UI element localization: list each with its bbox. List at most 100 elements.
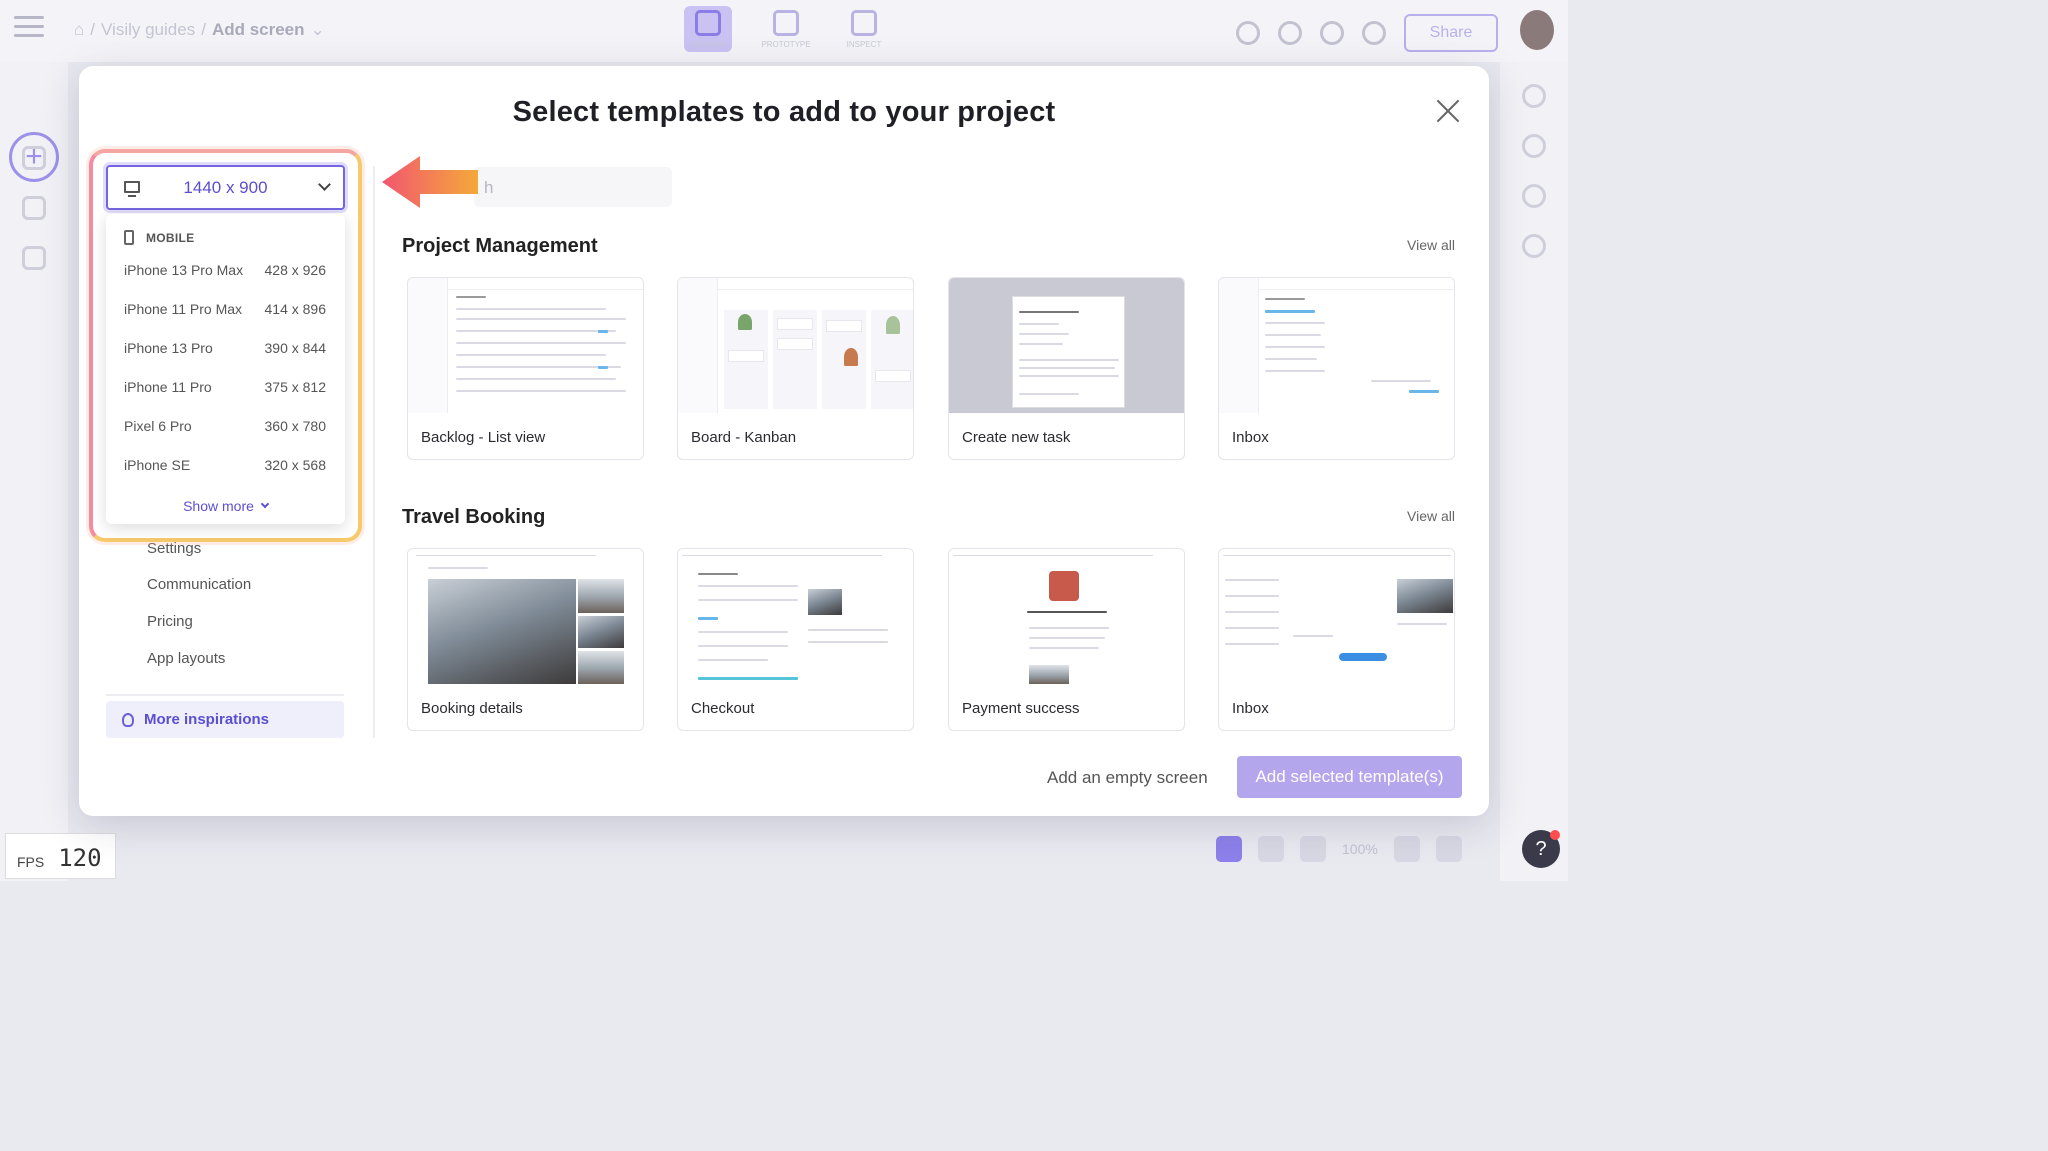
template-card-booking-details[interactable]: Booking details (407, 548, 644, 731)
category-settings[interactable]: Settings (147, 540, 201, 557)
device-size: 320 x 568 (264, 457, 327, 473)
search-input[interactable]: h (474, 167, 672, 207)
share-button[interactable]: Share (1404, 14, 1498, 52)
device-name: iPhone 13 Pro Max (124, 262, 244, 278)
modal-title: Select templates to add to your project (512, 96, 1056, 128)
device-size: 390 x 844 (264, 340, 327, 356)
sliders-icon[interactable] (1522, 84, 1546, 108)
close-icon[interactable] (1435, 98, 1461, 124)
template-card-checkout[interactable]: Checkout (677, 548, 914, 731)
template-label: Backlog - List view (421, 429, 546, 446)
device-size: 375 x 812 (264, 379, 327, 395)
template-label: Inbox (1232, 700, 1269, 717)
template-card-inbox-travel[interactable]: Inbox (1218, 548, 1455, 731)
category-app-layouts[interactable]: App layouts (147, 650, 225, 667)
menu-icon[interactable] (14, 16, 44, 42)
template-label: Payment success (962, 700, 1080, 717)
notification-dot (1550, 830, 1560, 840)
play-icon[interactable] (1362, 21, 1386, 45)
target-icon[interactable] (1522, 184, 1546, 208)
template-label: Checkout (691, 700, 755, 717)
mode-design[interactable]: DESIGN (684, 6, 732, 52)
layers-icon[interactable] (1522, 134, 1546, 158)
book-icon[interactable] (22, 246, 46, 270)
canvas-tools: 100% (1216, 836, 1462, 862)
category-pricing[interactable]: Pricing (147, 613, 193, 630)
more-inspirations-label: More inspirations (144, 711, 270, 728)
hand-tool-icon[interactable] (1258, 836, 1284, 862)
template-thumbnail (678, 549, 913, 684)
phone-icon (124, 230, 134, 245)
home-icon[interactable]: ⌂ (74, 20, 84, 40)
template-card-create-task[interactable]: Create new task (948, 277, 1185, 460)
template-thumbnail (1219, 549, 1454, 684)
section-title-project-management: Project Management (402, 235, 598, 257)
download-icon[interactable] (1320, 21, 1344, 45)
palette-icon[interactable] (1522, 234, 1546, 258)
components-icon[interactable] (22, 146, 46, 170)
menu-item-iphone-11-pro[interactable]: iPhone 11 Pro 375 x 812 (106, 370, 345, 404)
template-card-inbox-pm[interactable]: Inbox (1218, 277, 1455, 460)
search-icon[interactable] (1236, 21, 1260, 45)
template-thumbnail (678, 278, 913, 413)
menu-item-iphone-13-pro-max[interactable]: iPhone 13 Pro Max 428 x 926 (106, 253, 345, 287)
breadcrumb-project[interactable]: Visily guides (101, 20, 195, 40)
template-thumbnail (408, 549, 643, 684)
show-more-button[interactable]: Show more (106, 498, 345, 514)
template-label: Booking details (421, 700, 523, 717)
template-label: Board - Kanban (691, 429, 797, 446)
menu-item-iphone-13-pro[interactable]: iPhone 13 Pro 390 x 844 (106, 331, 345, 365)
device-name: iPhone 11 Pro (124, 379, 212, 395)
zoom-level[interactable]: 100% (1342, 841, 1378, 857)
view-all-travel-booking[interactable]: View all (1407, 508, 1455, 524)
pointer-tool-icon[interactable] (1216, 836, 1242, 862)
template-label: Inbox (1232, 429, 1269, 446)
category-communication[interactable]: Communication (147, 576, 251, 593)
right-toolbar (1500, 62, 1568, 881)
add-selected-templates-button[interactable]: Add selected template(s) (1237, 756, 1462, 798)
menu-group-label: MOBILE (146, 230, 195, 245)
toolbar-actions: Share (1236, 14, 1498, 52)
chevron-down-icon (260, 499, 270, 509)
app-toolbar: ⌂ / Visily guides / Add screen ⌄ DESIGN … (0, 0, 1568, 62)
mode-switcher: DESIGN PROTOTYPE INSPECT (684, 6, 888, 52)
screen-size-value: 1440 x 900 (183, 177, 268, 197)
template-thumbnail (1219, 278, 1454, 413)
add-empty-screen-button[interactable]: Add an empty screen (1047, 768, 1208, 788)
template-label: Create new task (962, 429, 1071, 446)
device-name: iPhone 11 Pro Max (124, 301, 243, 317)
device-size: 414 x 896 (264, 301, 327, 317)
device-size: 428 x 926 (264, 262, 327, 278)
section-title-travel-booking: Travel Booking (402, 506, 546, 528)
template-card-payment-success[interactable]: Payment success (948, 548, 1185, 731)
chevron-down-icon[interactable]: ⌄ (311, 20, 325, 40)
undo-icon[interactable] (1435, 836, 1462, 862)
breadcrumb-current[interactable]: Add screen (212, 20, 305, 40)
menu-item-iphone-11-pro-max[interactable]: iPhone 11 Pro Max 414 x 896 (106, 292, 345, 326)
zoom-out-icon[interactable] (1300, 836, 1326, 862)
fps-counter: FPS 120 (5, 833, 116, 879)
screen-size-select[interactable]: 1440 x 900 (106, 165, 345, 210)
menu-item-iphone-se[interactable]: iPhone SE 320 x 568 (106, 448, 345, 482)
device-name: iPhone 13 Pro (124, 340, 213, 356)
more-inspirations-button[interactable]: More inspirations (106, 701, 344, 738)
lightbulb-icon (122, 712, 134, 727)
prototype-icon (773, 9, 799, 36)
show-more-label: Show more (183, 498, 254, 514)
view-all-project-management[interactable]: View all (1407, 237, 1455, 253)
template-card-backlog[interactable]: Backlog - List view (407, 277, 644, 460)
template-thumbnail (949, 549, 1184, 684)
categories-divider (106, 694, 344, 696)
mode-prototype[interactable]: PROTOTYPE (761, 6, 811, 52)
comment-icon[interactable] (1278, 21, 1302, 45)
zoom-in-icon[interactable] (1393, 836, 1420, 862)
template-thumbnail (949, 278, 1184, 413)
left-toolbar: + (0, 62, 68, 881)
avatar[interactable] (1520, 10, 1554, 50)
search-placeholder: h (484, 178, 494, 197)
emoji-icon[interactable] (22, 196, 46, 220)
menu-item-pixel-6-pro[interactable]: Pixel 6 Pro 360 x 780 (106, 409, 345, 443)
mode-inspect[interactable]: INSPECT (840, 6, 888, 52)
template-thumbnail (408, 278, 643, 413)
template-card-kanban[interactable]: Board - Kanban (677, 277, 914, 460)
